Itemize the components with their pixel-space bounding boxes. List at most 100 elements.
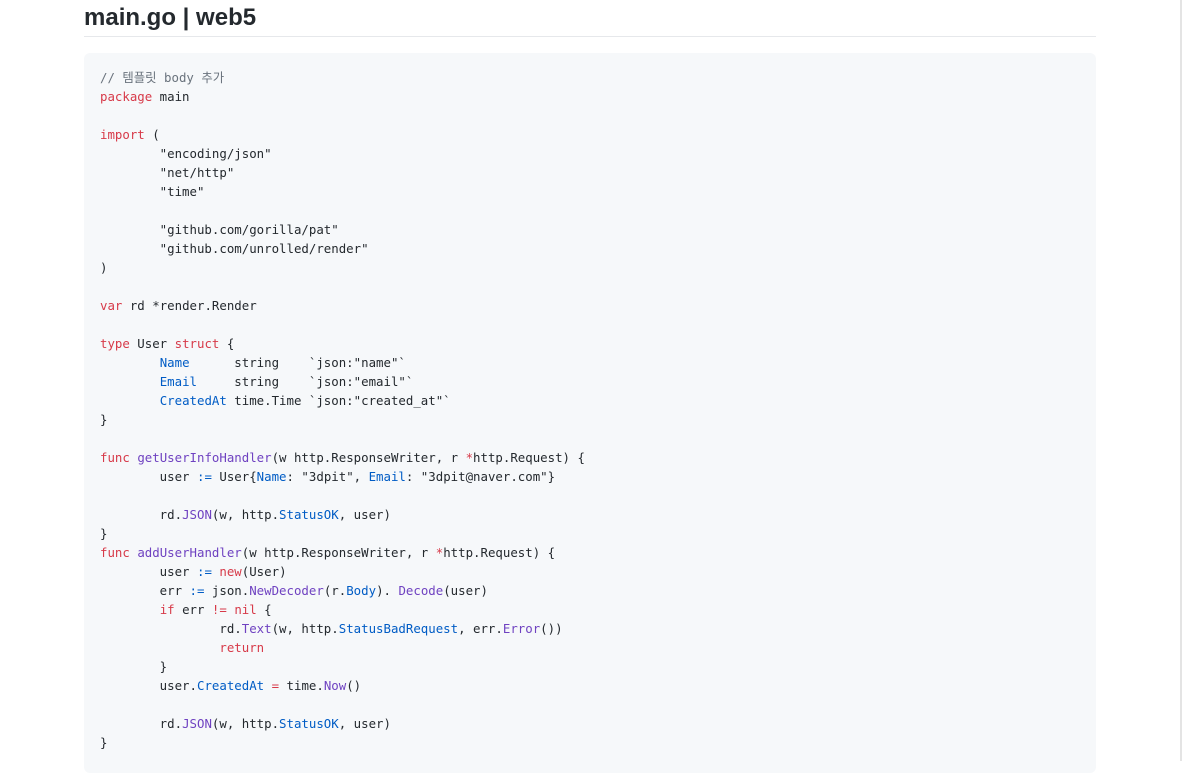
code-line: "github.com/unrolled/render" bbox=[100, 239, 585, 258]
code-token-field: Body bbox=[346, 583, 377, 598]
code-token-plain: rd *render.Render bbox=[122, 298, 257, 313]
code-token-field: := bbox=[196, 469, 212, 484]
code-token-plain: "github.com/gorilla/pat" bbox=[100, 222, 339, 237]
code-token-keyword: package bbox=[100, 89, 153, 104]
code-token-field: := bbox=[196, 564, 212, 579]
code-token-plain: "net/http" bbox=[100, 165, 235, 180]
code-token-plain: (w http.ResponseWriter, r bbox=[271, 450, 466, 465]
code-token-plain: user. bbox=[100, 678, 197, 693]
code-token-func: Error bbox=[502, 621, 541, 636]
code-line: rd.JSON(w, http.StatusOK, user) bbox=[100, 505, 585, 524]
code-token-plain: : "3dpit", bbox=[286, 469, 369, 484]
code-token-plain: (user) bbox=[443, 583, 488, 598]
code-token-field: StatusOK bbox=[279, 507, 339, 522]
code-token-keyword: struct bbox=[174, 336, 220, 351]
code-token-keyword: if bbox=[159, 602, 175, 617]
code-line: if err != nil { bbox=[100, 600, 585, 619]
code-token-func: Decode bbox=[398, 583, 444, 598]
code-token-plain: (r. bbox=[323, 583, 347, 598]
code-token-plain: main bbox=[152, 89, 190, 104]
code-token-plain: "github.com/unrolled/render" bbox=[100, 241, 369, 256]
code-token-plain: user bbox=[100, 564, 197, 579]
code-token-keyword: func bbox=[100, 450, 130, 465]
code-token-plain: , user) bbox=[338, 507, 391, 522]
code-token-plain: (w, http. bbox=[271, 621, 339, 636]
code-token-plain: } bbox=[100, 526, 108, 541]
code-token-plain: json. bbox=[204, 583, 250, 598]
code-token-plain: { bbox=[256, 602, 272, 617]
code-token-plain: http.Request) { bbox=[473, 450, 585, 465]
code-token-field: CreatedAt bbox=[159, 393, 227, 408]
code-token-plain: "encoding/json" bbox=[100, 146, 272, 161]
code-token-keyword: return bbox=[219, 640, 265, 655]
code-line: var rd *render.Render bbox=[100, 296, 585, 315]
code-line: type User struct { bbox=[100, 334, 585, 353]
code-token-plain: err bbox=[100, 583, 190, 598]
code-token-plain: rd. bbox=[100, 507, 183, 522]
code-token-plain: , user) bbox=[338, 716, 391, 731]
code-token-plain: time. bbox=[279, 678, 324, 693]
code-token-plain: ) bbox=[100, 260, 108, 275]
code-token-keyword: import bbox=[100, 127, 145, 142]
code-line: rd.Text(w, http.StatusBadRequest, err.Er… bbox=[100, 619, 585, 638]
code-line: Name string `json:"name"` bbox=[100, 353, 585, 372]
code-line: user := User{Name: "3dpit", Email: "3dpi… bbox=[100, 467, 585, 486]
code-block: // 템플릿 body 추가 package main import ( "enco… bbox=[84, 53, 1096, 773]
code-token-plain: string `json:"name"` bbox=[189, 355, 406, 370]
code-line: ) bbox=[100, 258, 585, 277]
code-content: // 템플릿 body 추가 package main import ( "enco… bbox=[100, 68, 585, 752]
code-token-plain: } bbox=[100, 412, 108, 427]
code-token-plain: } bbox=[100, 735, 108, 750]
code-token-plain: string `json:"email"` bbox=[197, 374, 414, 389]
code-line: CreatedAt time.Time `json:"created_at"` bbox=[100, 391, 585, 410]
code-token-plain: ()) bbox=[540, 621, 563, 636]
code-token-func: Now bbox=[323, 678, 347, 693]
code-token-plain: (User) bbox=[241, 564, 287, 579]
code-line: "github.com/gorilla/pat" bbox=[100, 220, 585, 239]
code-token-func: Text bbox=[241, 621, 272, 636]
code-token-func: JSON bbox=[182, 507, 212, 522]
code-token-plain: (w, http. bbox=[211, 507, 280, 522]
code-token-field: Name bbox=[159, 355, 190, 370]
code-line: return bbox=[100, 638, 585, 657]
code-token-field: StatusBadRequest bbox=[338, 621, 459, 636]
code-line: user.CreatedAt = time.Now() bbox=[100, 676, 585, 695]
code-token-func: JSON bbox=[182, 716, 212, 731]
code-token-comment: // 템플릿 body 추가 bbox=[100, 70, 225, 85]
code-token-field: Email bbox=[159, 374, 197, 389]
code-token-plain: User{ bbox=[211, 469, 257, 484]
code-token-plain: err bbox=[174, 602, 212, 617]
code-line: // 템플릿 body 추가 bbox=[100, 68, 585, 87]
code-line: } bbox=[100, 733, 585, 752]
code-line: } bbox=[100, 657, 585, 676]
code-token-plain: { bbox=[219, 336, 235, 351]
code-token-keyword: nil bbox=[234, 602, 257, 617]
code-token-plain: rd. bbox=[100, 621, 242, 636]
code-line: } bbox=[100, 410, 585, 429]
code-line: func getUserInfoHandler(w http.ResponseW… bbox=[100, 448, 585, 467]
code-line: } bbox=[100, 524, 585, 543]
code-token-plain: rd. bbox=[100, 716, 183, 731]
code-token-plain: ( bbox=[144, 127, 160, 142]
code-token-plain: : "3dpit@naver.com"} bbox=[405, 469, 556, 484]
code-token-field: Name bbox=[256, 469, 287, 484]
code-token-field: CreatedAt bbox=[196, 678, 265, 693]
code-line: err := json.NewDecoder(r.Body). Decode(u… bbox=[100, 581, 585, 600]
code-token-keyword: = bbox=[271, 678, 280, 693]
code-line: func addUserHandler(w http.ResponseWrite… bbox=[100, 543, 585, 562]
code-token-field: := bbox=[189, 583, 205, 598]
code-line: import ( bbox=[100, 125, 585, 144]
code-line: package main bbox=[100, 87, 585, 106]
code-line: "time" bbox=[100, 182, 585, 201]
code-token-keyword: new bbox=[219, 564, 242, 579]
code-token-plain: time.Time `json:"created_at"` bbox=[226, 393, 451, 408]
